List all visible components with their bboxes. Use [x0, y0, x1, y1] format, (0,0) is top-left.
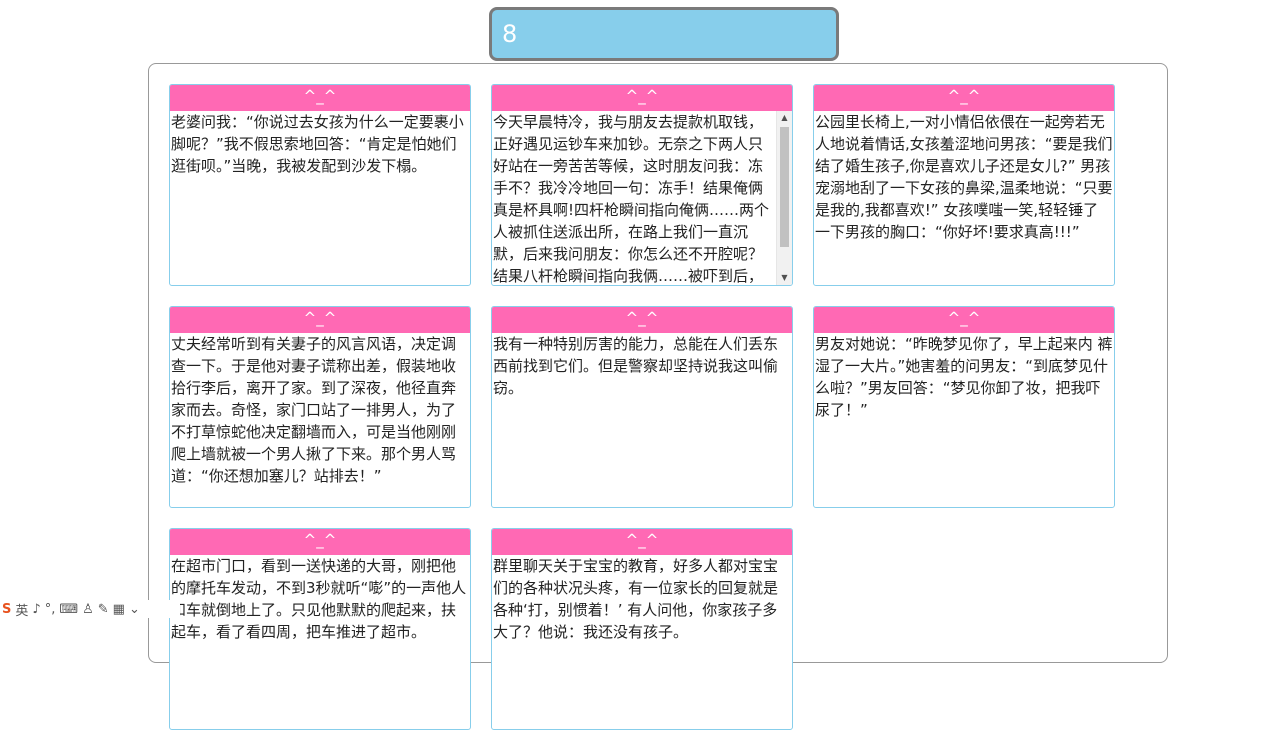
joke-card: ^_^ 在超市门口，看到一送快递的大哥，刚把他的摩托车发动，不到3秒就听“嘭”的… — [169, 528, 471, 730]
joke-card[interactable]: ^_^ 今天早晨特冷，我与朋友去提款机取钱，正好遇见运钞车来加钞。无奈之下两人只… — [491, 84, 793, 286]
card-header: ^_^ — [814, 85, 1114, 111]
card-header: ^_^ — [492, 85, 792, 111]
card-text: 男友对她说：“昨晚梦见你了，早上起来内 裤湿了一大片。”她害羞的问男友：“到底梦… — [815, 335, 1113, 419]
card-header: ^_^ — [492, 307, 792, 333]
joke-card: ^_^ 群里聊天关于宝宝的教育，好多人都对宝宝们的各种状况头疼，有一位家长的回复… — [491, 528, 793, 730]
card-text: 群里聊天关于宝宝的教育，好多人都对宝宝们的各种状况头疼，有一位家长的回复就是各种… — [493, 557, 779, 641]
scroll-up-arrow-icon[interactable]: ▲ — [777, 111, 792, 125]
scroll-thumb[interactable] — [780, 127, 789, 247]
scroll-down-arrow-icon[interactable]: ▼ — [777, 271, 792, 285]
card-header: ^_^ — [170, 307, 470, 333]
ime-toolbar: S 英 ♪ °, ⌨ ♙ ✎ ▦ ⌄ — [0, 600, 180, 619]
punctuation-icon[interactable]: °, — [45, 602, 56, 617]
counter-display: 8 — [489, 7, 839, 61]
card-text: 我有一种特别厉害的能力，总能在人们丢东西前找到它们。但是警察却坚持说我这叫偷窃。 — [493, 335, 779, 397]
card-header: ^_^ — [814, 307, 1114, 333]
moon-icon[interactable]: ♪ — [32, 602, 40, 617]
joke-card: ^_^ 公园里长椅上,一对小情侣依偎在一起旁若无人地说着情话,女孩羞涩地问男孩：… — [813, 84, 1115, 286]
joke-card: ^_^ 老婆问我：“你说过去女孩为什么一定要裹小脚呢？”我不假思索地回答：“肯定… — [169, 84, 471, 286]
card-header: ^_^ — [170, 529, 470, 555]
skin-icon[interactable]: ▦ — [113, 602, 125, 617]
card-text: 老婆问我：“你说过去女孩为什么一定要裹小脚呢？”我不假思索地回答：“肯定是怕她们… — [171, 113, 464, 175]
card-header: ^_^ — [492, 529, 792, 555]
card-text: 丈夫经常听到有关妻子的风言风语，决定调查一下。于是他对妻子谎称出差，假装地收拾行… — [171, 335, 457, 485]
keyboard-icon[interactable]: ⌨ — [59, 602, 78, 617]
joke-card: ^_^ 男友对她说：“昨晚梦见你了，早上起来内 裤湿了一大片。”她害羞的问男友：… — [813, 306, 1115, 508]
sogou-logo-icon[interactable]: S — [2, 602, 11, 617]
card-text: 今天早晨特冷，我与朋友去提款机取钱，正好遇见运钞车来加钞。无奈之下两人只好站在一… — [493, 113, 770, 285]
card-scrollbar[interactable]: ▲ ▼ — [776, 111, 792, 285]
language-toggle[interactable]: 英 — [15, 600, 28, 619]
user-icon[interactable]: ♙ — [82, 602, 94, 617]
expand-icon[interactable]: ⌄ — [129, 602, 140, 617]
card-header: ^_^ — [170, 85, 470, 111]
card-text: 在超市门口，看到一送快递的大哥，刚把他的摩托车发动，不到3秒就听“嘭”的一声他人… — [171, 557, 467, 641]
wrench-icon[interactable]: ✎ — [98, 602, 109, 617]
card-text: 公园里长椅上,一对小情侣依偎在一起旁若无人地说着情话,女孩羞涩地问男孩：“要是我… — [815, 113, 1113, 241]
joke-card: ^_^ 丈夫经常听到有关妻子的风言风语，决定调查一下。于是他对妻子谎称出差，假装… — [169, 306, 471, 508]
jokes-container: ^_^ 老婆问我：“你说过去女孩为什么一定要裹小脚呢？”我不假思索地回答：“肯定… — [148, 63, 1168, 730]
joke-card: ^_^ 我有一种特别厉害的能力，总能在人们丢东西前找到它们。但是警察却坚持说我这… — [491, 306, 793, 508]
